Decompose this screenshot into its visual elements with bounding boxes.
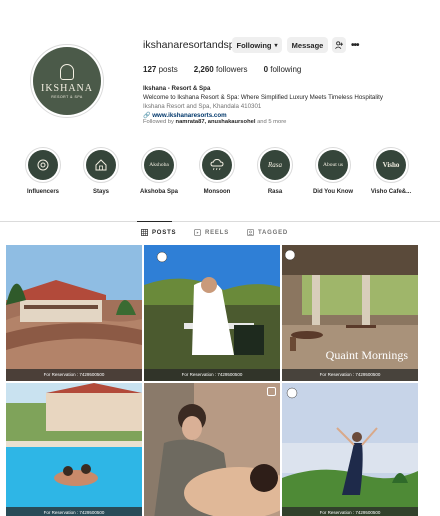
- highlight-label: Rasa: [267, 189, 283, 195]
- highlight-label: Akshoba Spa: [139, 189, 178, 195]
- post-caption: For Reservation : 7429500500: [282, 369, 418, 381]
- post-caption: For Reservation : 7429500500: [6, 369, 142, 381]
- add-user-button[interactable]: [332, 37, 346, 53]
- highlight-cover-text: Visho: [376, 150, 406, 180]
- post-thumbnail[interactable]: [144, 383, 280, 516]
- highlight-cover-text: Akshoba: [144, 150, 174, 180]
- profile-name: Ikshana - Resort & Spa: [143, 85, 211, 92]
- highlight-cover-text: About us: [318, 150, 348, 180]
- highlight-cover-text: Rasa: [260, 150, 290, 180]
- highlight-visho-cafe[interactable]: Visho Visho Cafe&...: [361, 147, 421, 195]
- profile-username: ikshanaresortandspa: [143, 39, 241, 51]
- followers-stat[interactable]: 2,260 followers: [194, 65, 248, 74]
- post-image-woman-robe: [144, 245, 280, 381]
- highlight-did-you-know[interactable]: About us Did You Know: [303, 147, 363, 195]
- reels-icon: [194, 229, 201, 236]
- chevron-down-icon: ▾: [274, 42, 278, 49]
- add-user-icon: [335, 41, 343, 49]
- highlight-rasa[interactable]: Rasa Rasa: [245, 147, 305, 195]
- followed-users[interactable]: namrata87, anushakaursohel: [176, 119, 256, 125]
- post-caption: For Reservation : 7429500500: [282, 507, 418, 516]
- post-thumbnail[interactable]: For Reservation : 7429500500: [6, 383, 142, 516]
- tabs-divider: [0, 221, 440, 222]
- following-button-label: Following: [236, 40, 272, 50]
- followed-by[interactable]: Followed by namrata87, anushakaursohel a…: [143, 119, 286, 125]
- house-icon: [95, 159, 107, 171]
- active-tab-indicator: [137, 221, 172, 222]
- highlight-label: Influencers: [26, 189, 59, 195]
- highlight-monsoon[interactable]: Monsoon: [187, 147, 247, 195]
- website-link[interactable]: www.ikshanaresorts.com: [152, 112, 226, 119]
- post-thumbnail[interactable]: Quaint Mornings For Reservation : 742950…: [282, 245, 418, 381]
- profile-avatar[interactable]: IKSHANA RESORT & SPA: [30, 44, 104, 118]
- bio-location: Ikshana Resort and Spa, Khandala 410301: [143, 103, 262, 110]
- post-thumbnail[interactable]: For Reservation : 7429500500: [144, 245, 280, 381]
- highlight-label: Did You Know: [312, 189, 354, 195]
- post-overlay-text: Quaint Mornings: [325, 348, 408, 362]
- tagged-icon: [247, 229, 254, 236]
- post-caption: For Reservation : 7429500500: [6, 507, 142, 516]
- reel-indicator-icon: [267, 387, 276, 396]
- post-thumbnail[interactable]: For Reservation : 7429500500: [6, 245, 142, 381]
- post-image-resort-building: [6, 245, 142, 381]
- tab-reels[interactable]: REELS: [194, 229, 229, 236]
- highlight-label: Stays: [92, 189, 109, 195]
- highlight-stays[interactable]: Stays: [71, 147, 131, 195]
- cloud-rain-icon: [210, 158, 224, 171]
- profile-bio: Ikshana - Resort & Spa Welcome to Ikshan…: [143, 84, 423, 121]
- post-caption: For Reservation : 7429500500: [144, 369, 280, 381]
- post-thumbnail[interactable]: For Reservation : 7429500500: [282, 383, 418, 516]
- highlight-label: Visho Cafe&...: [370, 189, 412, 195]
- lotus-emblem-icon: [60, 63, 74, 80]
- posts-stat: 127 posts: [143, 65, 178, 74]
- message-button[interactable]: Message: [287, 37, 328, 53]
- tab-tagged[interactable]: TAGGED: [247, 229, 288, 236]
- post-image-spa-massage: [144, 383, 280, 516]
- post-image-field: [282, 383, 418, 516]
- profile-stats: 127 posts 2,260 followers 0 following: [143, 65, 301, 74]
- highlight-influencers[interactable]: Influencers: [13, 147, 73, 195]
- following-stat[interactable]: 0 following: [264, 65, 302, 74]
- following-button[interactable]: Following ▾: [232, 37, 282, 53]
- highlight-akshoba-spa[interactable]: Akshoba Akshoba Spa: [129, 147, 189, 195]
- bio-text: Welcome to Ikshana Resort & Spa: Where S…: [143, 94, 383, 101]
- avatar-subtitle: RESORT & SPA: [51, 94, 83, 99]
- highlight-label: Monsoon: [203, 189, 231, 195]
- avatar-brand: IKSHANA: [41, 82, 93, 94]
- grid-icon: [141, 229, 148, 236]
- post-image-pool: [6, 383, 142, 516]
- tab-posts[interactable]: POSTS: [141, 229, 176, 236]
- more-options-icon[interactable]: •••: [351, 40, 359, 51]
- seal-icon: [37, 159, 49, 171]
